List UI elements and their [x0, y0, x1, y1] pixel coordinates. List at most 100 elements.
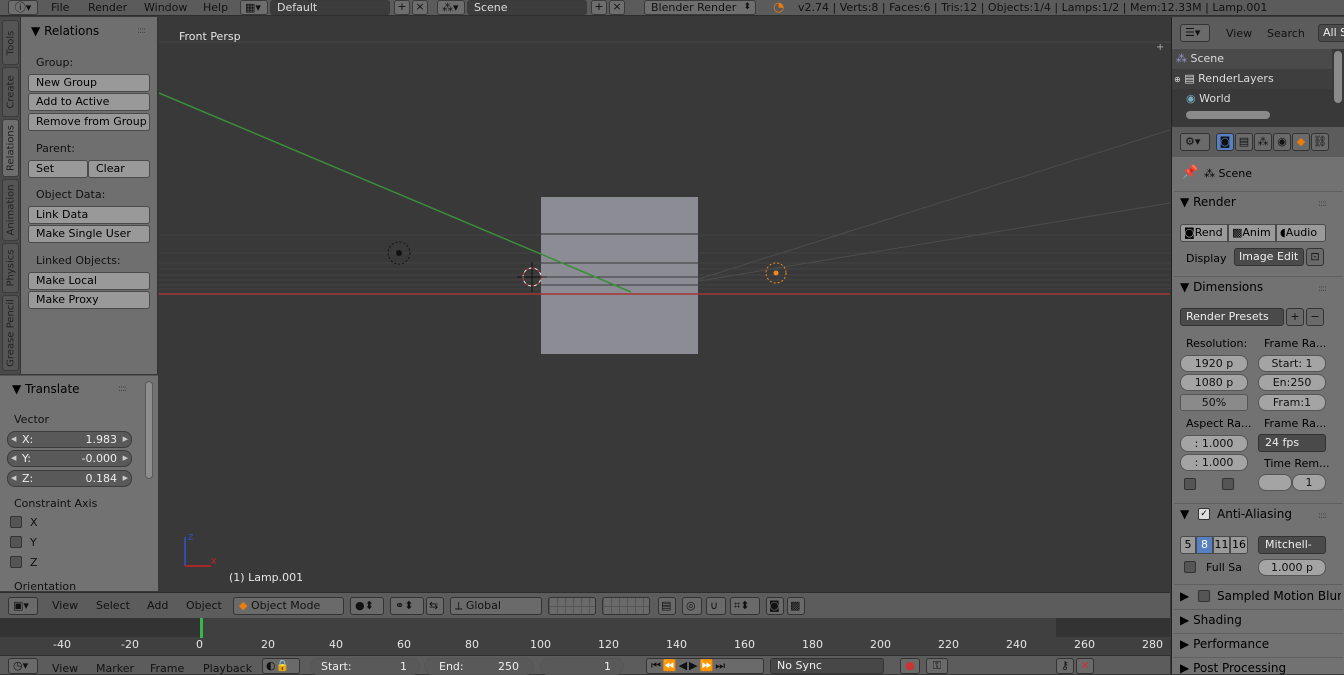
pivot-point-select[interactable]: ⚭⬍ [390, 597, 424, 615]
render-still-button[interactable]: ◙Rend [1180, 224, 1228, 242]
outliner-row-world[interactable]: ◉ World [1172, 89, 1332, 109]
playback-controls[interactable]: ⏮⏪◀▶⏩⏭ [646, 658, 764, 674]
frame-step-field[interactable]: Fram:1 [1258, 394, 1326, 411]
dimensions-panel-header[interactable]: ▼ Dimensions [1180, 280, 1263, 294]
drag-grip-icon[interactable]: :::: [1318, 199, 1327, 209]
render-animation-icon[interactable]: ▩ [787, 597, 805, 615]
context-object-icon[interactable]: ◆ [1292, 133, 1310, 151]
border-checkbox[interactable] [1184, 478, 1196, 490]
new-group-button[interactable]: New Group [28, 74, 150, 92]
render-opengl-icon[interactable]: ◙ [766, 597, 784, 615]
layers-grid-a[interactable] [548, 597, 596, 615]
tab-relations[interactable]: Relations [2, 119, 19, 177]
clear-parent-button[interactable]: Clear [88, 160, 150, 178]
crop-checkbox[interactable] [1222, 478, 1234, 490]
record-button[interactable]: ● [900, 658, 920, 674]
expand-icon[interactable]: ⊕ [1174, 75, 1181, 84]
menu-render[interactable]: Render [88, 1, 127, 14]
proportional-edit-icon[interactable]: ◎ [682, 597, 702, 615]
render-engine-select[interactable]: Blender Render ⬍ [644, 0, 756, 15]
constraint-y-checkbox[interactable] [10, 536, 22, 548]
display-select[interactable]: Image Edit [1234, 248, 1304, 266]
set-parent-button[interactable]: Set [28, 160, 88, 178]
add-to-active-button[interactable]: Add to Active [28, 93, 150, 111]
aa-samples-8[interactable]: 8 [1196, 536, 1213, 554]
current-frame-field[interactable]: 1 [540, 658, 624, 675]
aa-samples-5[interactable]: 5 [1180, 536, 1196, 554]
menu-add[interactable]: Add [147, 599, 168, 612]
frame-rate-select[interactable]: 24 fps [1258, 434, 1326, 452]
time-remap-new-field[interactable]: 1 [1292, 474, 1326, 491]
performance-panel-header[interactable]: ▶ Performance [1180, 637, 1269, 651]
render-presets-select[interactable]: Render Presets [1180, 308, 1284, 326]
tab-create[interactable]: Create [2, 67, 19, 117]
keying-set-icon[interactable]: ⚿ [926, 658, 948, 674]
region-toggle-icon[interactable]: + [1156, 42, 1164, 53]
aa-samples-16[interactable]: 16 [1230, 536, 1248, 554]
snap-element-select[interactable]: ⌗⬍ [730, 597, 760, 615]
tab-grease-pencil[interactable]: Grease Pencil [2, 295, 19, 371]
remove-from-group-button[interactable]: Remove from Group [28, 113, 150, 131]
preview-range-icon[interactable]: ◐🔒 [262, 658, 300, 674]
current-frame-marker[interactable] [200, 618, 203, 638]
context-constraints-icon[interactable]: ⛓ [1311, 133, 1329, 151]
context-layers-icon[interactable]: ▤ [1235, 133, 1253, 151]
frame-end-field[interactable]: En:250 [1258, 374, 1326, 391]
timeline-menu-marker[interactable]: Marker [96, 662, 134, 675]
add-preset-button[interactable]: + [1286, 308, 1304, 326]
pin-icon[interactable]: 📌 [1182, 165, 1198, 180]
sampled-motion-blur-checkbox[interactable] [1198, 590, 1210, 602]
outliner-hscrollbar[interactable] [1186, 111, 1270, 119]
screen-layout-field[interactable]: Default [270, 0, 390, 15]
tab-tools[interactable]: Tools [2, 20, 19, 65]
scene-field[interactable]: Scene [467, 0, 587, 15]
resolution-x-field[interactable]: 1920 p [1180, 355, 1248, 372]
menu-view[interactable]: View [52, 599, 78, 612]
render-audio-button[interactable]: ◖Audio [1276, 224, 1326, 242]
viewport-shading-select[interactable]: ●⬍ [350, 597, 384, 615]
make-proxy-button[interactable]: Make Proxy [28, 291, 150, 309]
menu-object[interactable]: Object [186, 599, 222, 612]
timeline-menu-playback[interactable]: Playback [203, 662, 252, 675]
post-processing-panel-header[interactable]: ▶ Post Processing [1180, 661, 1286, 675]
aa-filter-select[interactable]: Mitchell- [1258, 536, 1326, 554]
timeline-menu-view[interactable]: View [52, 662, 78, 675]
render-animation-button[interactable]: ▩Anim [1228, 224, 1276, 242]
orientation-select[interactable]: ⟂ Global [450, 597, 542, 615]
remove-layout-button[interactable]: × [412, 0, 428, 15]
make-local-button[interactable]: Make Local [28, 272, 150, 290]
screen-layout-icon[interactable]: ▦▾ [240, 0, 268, 15]
snap-toggle-icon[interactable]: ∪ [706, 597, 726, 615]
sampled-motion-blur-header[interactable]: ▶ [1180, 589, 1189, 603]
delete-keyframe-icon[interactable]: ✕ [1076, 658, 1094, 674]
editor-type-icon[interactable]: ▣▾ [8, 597, 38, 615]
timeline-editor-icon[interactable]: ◷▾ [8, 658, 38, 674]
layers-grid-b[interactable] [602, 597, 650, 615]
scene-icon[interactable]: ⁂▾ [437, 0, 465, 15]
tab-animation[interactable]: Animation [2, 179, 19, 241]
translate-title[interactable]: ▼ Translate [12, 382, 80, 396]
add-layout-button[interactable]: + [394, 0, 410, 15]
remove-scene-button[interactable]: × [609, 0, 625, 15]
manipulator-toggle[interactable]: ⇆ [426, 597, 444, 615]
vector-x-field[interactable]: ◀ X: 1.983 ▶ [7, 431, 132, 448]
insert-keyframe-icon[interactable]: ⚷ [1056, 658, 1074, 674]
end-frame-field[interactable]: End: 250 [424, 658, 534, 675]
aa-samples-11[interactable]: 11 [1213, 536, 1230, 554]
context-scene-icon[interactable]: ⁂ [1254, 133, 1272, 151]
menu-help[interactable]: Help [203, 1, 228, 14]
context-render-icon[interactable]: ◙ [1216, 133, 1234, 151]
remove-preset-button[interactable]: − [1306, 308, 1324, 326]
resolution-y-field[interactable]: 1080 p [1180, 374, 1248, 391]
outliner-row-renderlayers[interactable]: ⊕ ▤ RenderLayers [1172, 69, 1332, 89]
3d-viewport[interactable]: Z X Front Persp (1) Lamp.001 + [159, 17, 1170, 592]
redo-panel-scrollbar[interactable] [145, 381, 153, 479]
layer-lock-icon[interactable]: ▤ [658, 597, 676, 615]
timeline-menu-frame[interactable]: Frame [150, 662, 184, 675]
vector-y-field[interactable]: ◀ Y: -0.000 ▶ [7, 450, 132, 467]
filter-size-field[interactable]: 1.000 p [1258, 559, 1326, 576]
time-remap-old-field[interactable] [1258, 474, 1292, 491]
info-editor-icon[interactable]: ⓘ▾ [8, 0, 38, 15]
menu-window[interactable]: Window [144, 1, 187, 14]
outliner-menu-view[interactable]: View [1226, 27, 1252, 40]
